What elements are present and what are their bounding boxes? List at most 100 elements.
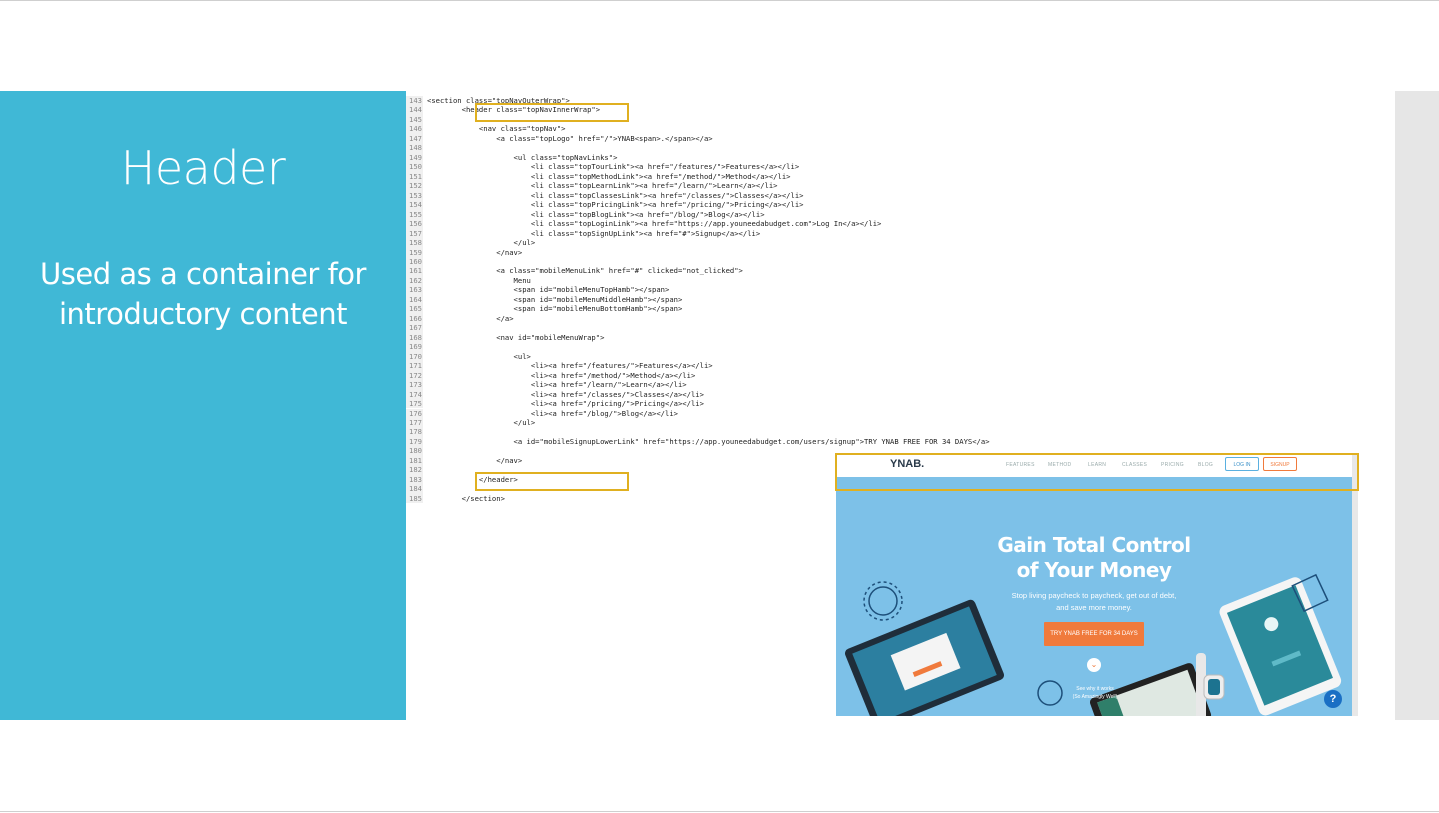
line-number: 161 bbox=[406, 266, 423, 276]
ynab-hero-title-line-1: Gain Total Control bbox=[997, 533, 1191, 557]
code-line: 149 <ul class="topNavLinks"> bbox=[406, 152, 618, 163]
line-number: 182 bbox=[406, 465, 423, 475]
code-line: 159 </nav> bbox=[406, 247, 523, 257]
code-line: 176 <li><a href="/blog/">Blog</a></li> bbox=[406, 408, 678, 418]
code-text: <li><a href="/features/">Features</a></l… bbox=[427, 361, 713, 371]
code-line: 181 </nav> bbox=[406, 455, 522, 466]
ynab-try-free-button[interactable]: TRY YNAB FREE FOR 34 DAYS bbox=[1044, 622, 1144, 646]
code-line: 157 <li class="topSignUpLink"><a href="#… bbox=[406, 228, 760, 239]
code-text: </nav> bbox=[427, 247, 523, 257]
code-text: <li><a href="/classes/">Classes</a></li> bbox=[427, 389, 704, 399]
help-icon[interactable]: ? bbox=[1324, 690, 1342, 708]
code-line: 162 Menu bbox=[406, 275, 531, 286]
ynab-scrollbar[interactable] bbox=[1352, 453, 1358, 716]
line-number: 156 bbox=[406, 219, 423, 229]
code-text: <li class="topTourLink"><a href="/featur… bbox=[427, 162, 800, 172]
line-number: 164 bbox=[406, 294, 423, 305]
line-number: 170 bbox=[406, 351, 423, 362]
line-number: 155 bbox=[406, 209, 423, 220]
code-line: 151 <li class="topMethodLink"><a href="/… bbox=[406, 171, 791, 182]
code-text: <span id="mobileMenuTopHamb"></span> bbox=[427, 285, 670, 295]
line-number: 180 bbox=[406, 446, 423, 456]
code-line: 166 </a> bbox=[406, 313, 514, 324]
watch-illustration bbox=[1196, 653, 1225, 716]
code-text: </ul> bbox=[427, 417, 536, 427]
code-text: </section> bbox=[427, 493, 505, 503]
line-number: 159 bbox=[406, 247, 423, 257]
line-number: 152 bbox=[406, 181, 423, 191]
line-number: 160 bbox=[406, 256, 423, 267]
code-text: <li><a href="/blog/">Blog</a></li> bbox=[427, 408, 678, 418]
code-text: <a class="topLogo" href="/">YNAB<span>.<… bbox=[427, 133, 713, 143]
code-line: 148 bbox=[406, 143, 427, 153]
code-text: <a id="mobileSignupLowerLink" href="http… bbox=[427, 436, 990, 446]
line-number: 149 bbox=[406, 152, 423, 163]
code-line: 171 <li><a href="/features/">Features</a… bbox=[406, 361, 713, 371]
slide-title: Header bbox=[120, 141, 286, 195]
ynab-see-line-2: (So Amazingly Well) bbox=[1072, 694, 1118, 700]
code-text: <span id="mobileMenuBottomHamb"></span> bbox=[427, 304, 683, 314]
header-close-highlight bbox=[475, 472, 629, 491]
ynab-hero-sub-line-1: Stop living paycheck to paycheck, get ou… bbox=[1011, 591, 1177, 600]
slide-subtitle-line-2: introductory content bbox=[58, 297, 348, 331]
line-number: 175 bbox=[406, 399, 423, 409]
ynab-header-highlight bbox=[835, 453, 1359, 491]
line-number: 163 bbox=[406, 285, 423, 295]
line-number: 162 bbox=[406, 275, 423, 286]
line-number: 168 bbox=[406, 332, 423, 343]
line-number: 173 bbox=[406, 380, 423, 390]
line-number: 169 bbox=[406, 342, 423, 352]
slide-subtitle: Used as a container for introductory con… bbox=[20, 254, 386, 334]
code-line: 177 </ul> bbox=[406, 417, 536, 428]
code-text: <nav class="topNav"> bbox=[427, 124, 566, 134]
line-number: 147 bbox=[406, 133, 423, 144]
code-line: 165 <span id="mobileMenuBottomHamb"></sp… bbox=[406, 304, 683, 314]
line-number: 184 bbox=[406, 484, 423, 494]
code-line: 178 bbox=[406, 427, 427, 437]
line-number: 172 bbox=[406, 370, 423, 381]
hero-illustration bbox=[844, 573, 1342, 716]
ynab-see-why-link[interactable]: See why it works (So Amazingly Well) bbox=[1058, 685, 1132, 701]
line-number: 154 bbox=[406, 200, 423, 210]
code-text: <li><a href="/method/">Method</a></li> bbox=[427, 370, 696, 380]
ynab-website-screenshot: YNAB. FEATURES METHOD LEARN CLASSES PRIC… bbox=[836, 453, 1358, 716]
code-line: 160 bbox=[406, 256, 427, 267]
ynab-see-line-1: See why it works bbox=[1076, 686, 1114, 692]
line-number: 181 bbox=[406, 455, 423, 466]
bottom-rule bbox=[0, 811, 1439, 812]
code-line: 175 <li><a href="/pricing/">Pricing</a><… bbox=[406, 399, 704, 409]
code-text: <nav id="mobileMenuWrap"> bbox=[427, 332, 605, 342]
line-number: 185 bbox=[406, 493, 423, 504]
code-line: 173 <li><a href="/learn/">Learn</a></li> bbox=[406, 380, 687, 390]
code-text: <li><a href="/pricing/">Pricing</a></li> bbox=[427, 399, 704, 409]
code-line: 174 <li><a href="/classes/">Classes</a><… bbox=[406, 389, 704, 400]
code-line: 153 <li class="topClassesLink"><a href="… bbox=[406, 190, 803, 201]
line-number: 179 bbox=[406, 436, 423, 447]
code-line: 158 </ul> bbox=[406, 238, 535, 248]
line-number: 153 bbox=[406, 190, 423, 201]
code-text: Menu bbox=[427, 275, 531, 285]
code-line: 164 <span id="mobileMenuMiddleHamb"></sp… bbox=[406, 294, 683, 305]
code-text: <a class="mobileMenuLink" href="#" click… bbox=[427, 266, 743, 276]
code-line: 150 <li class="topTourLink"><a href="/fe… bbox=[406, 162, 800, 172]
code-text: <span id="mobileMenuMiddleHamb"></span> bbox=[427, 294, 683, 304]
lightbulb-doodle bbox=[863, 581, 903, 621]
line-number: 148 bbox=[406, 143, 423, 153]
code-text: <ul> bbox=[427, 351, 531, 361]
chevron-down-icon[interactable]: ⌄ bbox=[1087, 658, 1101, 672]
line-number: 145 bbox=[406, 114, 423, 125]
code-line: 185 </section> bbox=[406, 493, 505, 504]
code-text: <li class="topBlogLink"><a href="/blog/"… bbox=[427, 209, 765, 219]
title-panel: Header Used as a container for introduct… bbox=[0, 91, 406, 720]
line-number: 171 bbox=[406, 361, 423, 371]
code-line: 180 bbox=[406, 446, 427, 456]
code-text: <li><a href="/learn/">Learn</a></li> bbox=[427, 380, 687, 390]
line-number: 157 bbox=[406, 228, 423, 239]
code-line: 182 bbox=[406, 465, 427, 475]
code-line: 147 <a class="topLogo" href="/">YNAB<spa… bbox=[406, 133, 713, 144]
ynab-hero-subtitle: Stop living paycheck to paycheck, get ou… bbox=[994, 590, 1194, 614]
code-text: <ul class="topNavLinks"> bbox=[427, 152, 618, 162]
code-line: 167 bbox=[406, 323, 427, 333]
code-line: 170 <ul> bbox=[406, 351, 531, 362]
header-open-highlight bbox=[475, 103, 629, 122]
